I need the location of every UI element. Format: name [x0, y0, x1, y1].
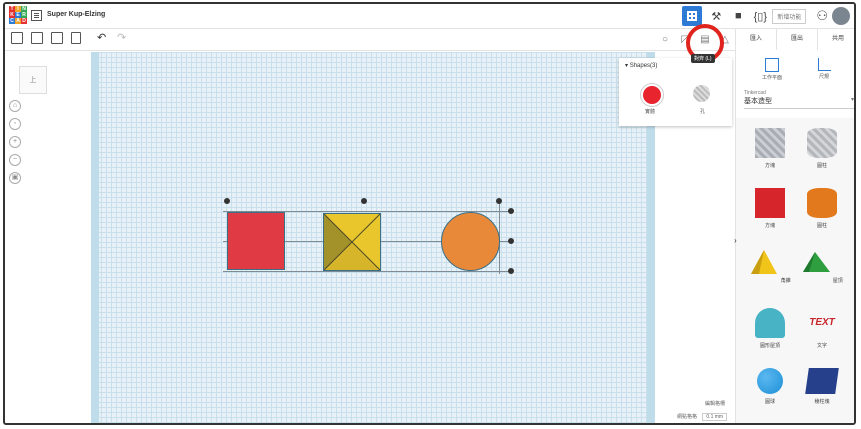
top-bar: T I N K E R C A D Super Kup-Elzing ⚒ ■ {… — [5, 4, 854, 29]
orange-sphere-shape[interactable] — [441, 212, 500, 271]
pyramid-icon — [751, 250, 778, 274]
workplane-edge — [91, 52, 99, 423]
view-cube[interactable]: 上 — [19, 66, 47, 94]
redo-icon[interactable]: ↷ — [117, 31, 126, 44]
pyramid-icon — [324, 214, 380, 270]
side-tabs: 匯入 匯出 共用 — [735, 28, 854, 51]
tinkercad-logo[interactable]: T I N K E R C A D — [9, 6, 27, 24]
library-select[interactable]: Tinkercad 基本造型 ▾ — [744, 90, 854, 109]
shape-library: 方塊 圓柱 方塊 圓柱 角錐 屋頂 圓形屋頂 TEXT 文字 圓球 稜柱塊 — [736, 118, 854, 423]
library-item-text[interactable]: TEXT 文字 — [800, 308, 844, 349]
library-scrollbar[interactable] — [854, 118, 856, 298]
codeblocks-icon[interactable]: {▯} — [750, 6, 770, 26]
library-item-round-roof[interactable]: 圓形屋頂 — [748, 308, 792, 349]
align-tooltip: 對齊 (L) — [691, 54, 715, 63]
library-item-roof[interactable]: 屋頂 — [800, 248, 844, 284]
align-handle[interactable] — [224, 198, 230, 204]
round-roof-icon — [755, 308, 785, 338]
text-shape-icon: TEXT — [809, 317, 835, 328]
paste-icon[interactable] — [31, 32, 43, 44]
library-item-cylinder-hole[interactable]: 圓柱 — [800, 128, 844, 169]
box-icon — [755, 128, 785, 158]
light-bulb-icon[interactable]: ○ — [655, 30, 675, 48]
ruler-button[interactable]: 尺規 — [804, 58, 844, 80]
align-handle[interactable] — [508, 208, 514, 214]
box-icon — [755, 188, 785, 218]
library-item-sphere[interactable]: 圓球 — [748, 368, 792, 405]
roof-icon — [803, 252, 831, 272]
prism-icon — [805, 368, 839, 394]
trash-icon[interactable] — [71, 32, 81, 44]
align-handle[interactable] — [361, 198, 367, 204]
workplane-icon — [765, 58, 779, 72]
edit-grid-button[interactable]: 編輯格柵 — [705, 400, 727, 407]
import-tab[interactable]: 匯入 — [735, 28, 776, 50]
shapes-panel-title[interactable]: ▾ Shapes(3) — [619, 58, 732, 73]
export-tab[interactable]: 匯出 — [776, 28, 817, 50]
share-tab[interactable]: 共用 — [817, 28, 854, 50]
align-handle[interactable] — [508, 238, 514, 244]
sphere-icon — [757, 368, 783, 394]
align-handle[interactable] — [508, 268, 514, 274]
library-item-pyramid[interactable]: 角錐 — [748, 248, 792, 284]
hole-button[interactable] — [693, 85, 710, 102]
briefcase-icon[interactable]: ■ — [728, 6, 748, 26]
fit-view-icon[interactable]: ◦ — [9, 118, 21, 130]
collapse-panel-icon[interactable]: › — [734, 236, 737, 245]
zoom-in-icon[interactable]: + — [9, 136, 21, 148]
project-menu-icon[interactable] — [31, 10, 42, 21]
ruler-icon — [817, 58, 831, 71]
add-user-icon[interactable]: ⚇ — [816, 8, 828, 24]
app-window: T I N K E R C A D Super Kup-Elzing ⚒ ■ {… — [3, 2, 856, 425]
project-title[interactable]: Super Kup-Elzing — [47, 11, 105, 18]
hole-label: 孔 — [700, 109, 706, 115]
workplane-button[interactable]: 工作平面 — [752, 58, 792, 81]
cylinder-icon — [807, 128, 837, 158]
edit-toolbar: ↶ ↷ ○ ◸ ▤ △ — [5, 28, 735, 51]
new-features-button[interactable]: 新增功能 — [772, 8, 807, 24]
red-box-shape[interactable] — [227, 212, 285, 270]
grid-settings: 編輯格柵 網點格格 0.1 mm — [677, 400, 728, 421]
solid-label: 實體 — [645, 109, 656, 115]
shape-library-panel: 工作平面 尺規 Tinkercad 基本造型 ▾ 方塊 圓柱 方塊 圓柱 角錐 … — [735, 50, 856, 423]
shapes-inspector: ▾ Shapes(3) 實體 孔 — [619, 58, 732, 126]
grid-icon — [687, 11, 698, 21]
yellow-pyramid-shape[interactable] — [323, 213, 381, 271]
snap-grid-select[interactable]: 0.1 mm — [702, 413, 728, 421]
3d-view-button[interactable] — [682, 6, 703, 26]
library-item-box-hole[interactable]: 方塊 — [748, 128, 792, 169]
undo-icon[interactable]: ↶ — [97, 31, 106, 44]
view-navigation: 上 — [19, 66, 47, 94]
snap-grid-label: 網點格格 — [677, 414, 698, 420]
library-item-prism[interactable]: 稜柱塊 — [800, 368, 844, 405]
library-item-cylinder[interactable]: 圓柱 — [800, 188, 844, 229]
blocks-icon[interactable]: ⚒ — [706, 6, 726, 26]
copy-icon[interactable] — [11, 32, 23, 44]
home-view-icon[interactable]: ⌂ — [9, 100, 21, 112]
library-item-box[interactable]: 方塊 — [748, 188, 792, 229]
zoom-out-icon[interactable]: − — [9, 154, 21, 166]
align-guide — [223, 271, 513, 272]
ortho-view-icon[interactable]: ▣ — [9, 172, 21, 184]
align-handle[interactable] — [496, 198, 502, 204]
cylinder-icon — [807, 188, 837, 218]
solid-color-button[interactable] — [641, 84, 663, 106]
avatar[interactable] — [832, 7, 850, 25]
duplicate-icon[interactable] — [51, 32, 63, 44]
chevron-down-icon: ▾ — [850, 97, 854, 103]
